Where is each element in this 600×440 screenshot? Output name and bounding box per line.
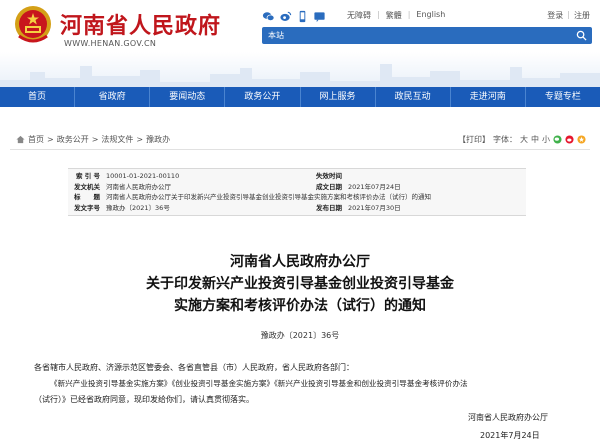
weibo-icon[interactable] [279,10,292,23]
wechat-icon[interactable] [262,10,275,23]
social-links [262,10,326,23]
meta-label: 索 引 号 [75,172,100,180]
document-title-line-2: 关于印发新兴产业投资引导基金创业投资引导基金 [146,276,454,292]
meta-label: 发文机关 [74,182,100,191]
document-salutation: 各省辖市人民政府、济源示范区管委会、各省直管县（市）人民政府，省人民政府各部门： [34,363,354,372]
document-number: 豫政办〔2021〕36号 [260,331,340,340]
document-body-line-2: （试行）》已经省政府同意，现印发给你们，请认真贯彻落实。 [34,395,254,404]
meta-label: 发布日期 [316,203,342,212]
nav-item-interaction[interactable]: 政民互动 [376,87,451,107]
font-size-label: 字体： [493,135,517,144]
nav-item-special-topics[interactable]: 专题专栏 [526,87,600,107]
accessibility-link[interactable]: 无障碍 [347,10,371,21]
breadcrumb: 首页 > 政务公开 > 法规文件 > 豫政办 [16,134,170,145]
meta-label: 成文日期 [316,182,342,191]
meta-row: 标 题 河南省人民政府办公厅关于印发新兴产业投资引导基金创业投资引导基金实施方案… [68,192,526,203]
nav-item-provincial-government[interactable]: 省政府 [75,87,151,107]
divider: | [377,10,380,19]
divider: | [567,10,570,19]
site-header: 河南省人民政府 WWW.HENAN.GOV.CN 无障碍 | 繁體 | Engl… [0,0,600,92]
national-emblem-icon [15,6,51,43]
wechat-share-icon[interactable] [553,135,562,144]
document-body-line-1: 《新兴产业投资引导基金实施方案》《创业投资引导基金实施方案》《新兴产业投资引导基… [50,379,468,388]
login-link[interactable]: 登录 [547,10,563,21]
english-link[interactable]: English [416,10,445,21]
city-skyline-banner [0,52,600,92]
document-sign-date: 2021年7月24日 [480,431,540,440]
meta-issuer-value: 河南省人民政府办公厅 [106,182,171,191]
nav-item-home[interactable]: 首页 [0,87,76,107]
meta-date-value: 2021年07月24日 [348,182,401,191]
breadcrumb-separator: > [136,135,144,144]
meta-index-value: 10001-01-2021-00110 [106,172,180,180]
nav-item-news[interactable]: 要闻动态 [150,87,226,107]
weibo-share-icon[interactable] [565,135,574,144]
meta-label: 失效时间 [316,172,342,180]
main-nav: 首页 省政府 要闻动态 政务公开 网上服务 政民互动 走进河南 专题专栏 [0,87,600,107]
meta-title-value: 河南省人民政府办公厅关于印发新兴产业投资引导基金创业投资引导基金实施方案和考核评… [106,193,431,201]
home-icon [16,135,25,144]
site-title[interactable]: 河南省人民政府 [60,8,221,40]
font-medium-button[interactable]: 中 [531,134,539,145]
breadcrumb-separator: > [91,135,99,144]
document-title-line-1: 河南省人民政府办公厅 [230,254,370,270]
print-button[interactable]: 【打印】 [458,134,490,145]
meta-label: 标 题 [74,193,100,201]
meta-publish-value: 2021年07月30日 [348,203,401,212]
mobile-app-icon[interactable] [296,10,309,23]
search-bar: 本站 [262,27,592,44]
document-title-line-3: 实施方案和考核评价办法（试行）的通知 [174,298,426,314]
breadcrumb-regulations[interactable]: 法规文件 [101,134,133,145]
document-signature: 河南省人民政府办公厅 [468,413,548,422]
nav-item-government-affairs[interactable]: 政务公开 [225,87,301,107]
breadcrumb-current[interactable]: 豫政办 [146,134,170,145]
nav-item-online-services[interactable]: 网上服务 [301,87,376,107]
document-metadata: 索 引 号 10001-01-2021-00110 失效时间 发文机关 河南省人… [68,168,526,216]
search-input[interactable] [298,29,568,42]
register-link[interactable]: 注册 [574,10,590,21]
meta-docno-value: 豫政办〔2021〕36号 [106,203,170,212]
top-links: 无障碍 | 繁體 | English [347,10,445,21]
traditional-chinese-link[interactable]: 繁體 [386,10,402,21]
nav-item-about-henan[interactable]: 走进河南 [451,87,526,107]
qzone-share-icon[interactable] [577,135,586,144]
page-tools: 【打印】 字体： 大 中 小 [458,134,586,145]
breadcrumb-government-affairs[interactable]: 政务公开 [57,134,89,145]
search-icon[interactable] [576,30,587,41]
meta-row: 发文机关 河南省人民政府办公厅 成文日期 2021年07月24日 [68,182,526,193]
auth-links: 登录 | 注册 [547,10,590,21]
search-scope-selector[interactable]: 本站 [268,30,284,41]
divider: | [407,10,411,19]
font-large-button[interactable]: 大 [520,134,528,145]
site-domain: WWW.HENAN.GOV.CN [64,39,157,48]
meta-row: 发文字号 豫政办〔2021〕36号 发布日期 2021年07月30日 [68,203,526,214]
meta-row: 索 引 号 10001-01-2021-00110 失效时间 [68,171,526,182]
meta-label: 发文字号 [74,203,100,212]
breadcrumb-home[interactable]: 首页 [28,134,44,145]
font-small-button[interactable]: 小 [542,134,550,145]
breadcrumb-separator: > [47,135,54,144]
breadcrumb-bar: 首页 > 政务公开 > 法规文件 > 豫政办 【打印】 字体： 大 中 小 [10,130,590,150]
message-icon[interactable] [313,10,326,23]
